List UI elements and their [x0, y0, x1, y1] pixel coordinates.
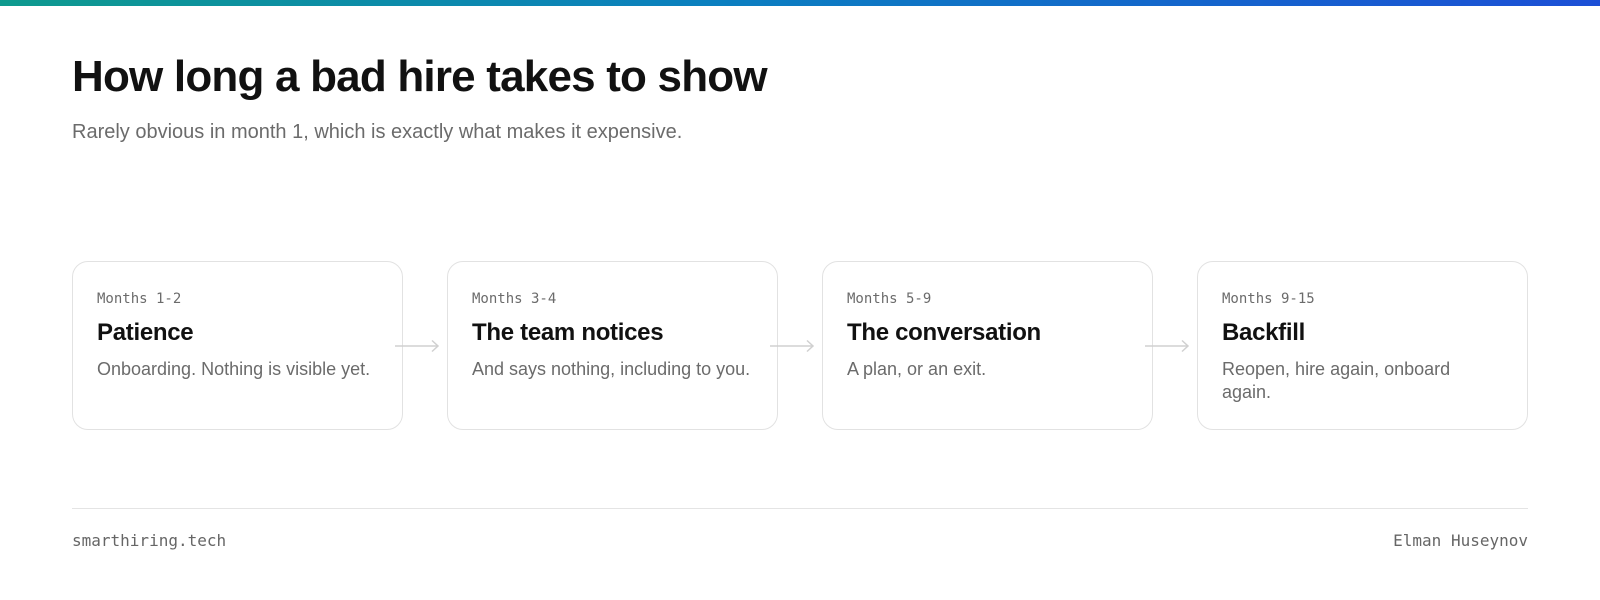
arrow-right-icon [770, 339, 815, 353]
step-card-1: Months 1-2 Patience Onboarding. Nothing … [72, 261, 403, 430]
step-period: Months 1-2 [97, 291, 182, 307]
step-title: Patience [97, 319, 194, 346]
page-subtitle: Rarely obvious in month 1, which is exac… [72, 121, 683, 143]
step-card-4: Months 9-15 Backfill Reopen, hire again,… [1197, 261, 1528, 430]
step-description: Reopen, hire again, onboard again. [1222, 359, 1451, 402]
step-period: Months 5-9 [847, 291, 932, 307]
footer-site-link[interactable]: smarthiring.tech [72, 531, 226, 550]
step-description: And says nothing, including to you. [472, 359, 751, 379]
footer-author: Elman Huseynov [1393, 531, 1528, 550]
step-period: Months 9-15 [1222, 291, 1315, 307]
footer-divider [72, 508, 1528, 509]
step-title: The team notices [472, 319, 664, 346]
top-accent-bar [0, 0, 1600, 6]
step-card-3: Months 5-9 The conversation A plan, or a… [822, 261, 1153, 430]
arrow-right-icon [1145, 339, 1190, 353]
step-title: The conversation [847, 319, 1041, 346]
step-title: Backfill [1222, 319, 1305, 346]
step-card-2: Months 3-4 The team notices And says not… [447, 261, 778, 430]
step-period: Months 3-4 [472, 291, 557, 307]
step-description: Onboarding. Nothing is visible yet. [97, 359, 371, 379]
arrow-right-icon [395, 339, 440, 353]
timeline: Months 1-2 Patience Onboarding. Nothing … [72, 261, 1528, 430]
step-description: A plan, or an exit. [847, 359, 987, 379]
page-title: How long a bad hire takes to show [72, 52, 768, 101]
